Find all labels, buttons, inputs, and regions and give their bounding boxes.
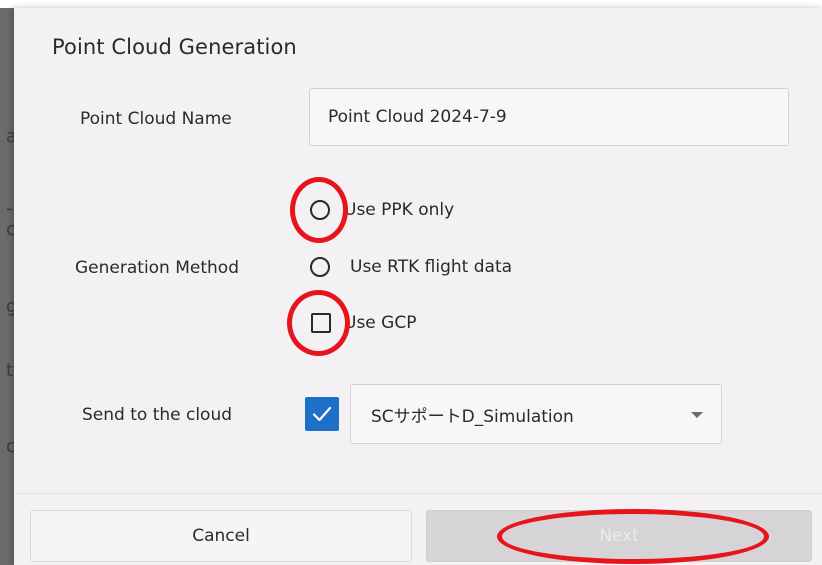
next-button[interactable]: Next xyxy=(426,510,812,562)
use-rtk-flight-data-label: Use RTK flight data xyxy=(350,257,513,277)
dialog-title: Point Cloud Generation xyxy=(52,35,297,59)
use-rtk-flight-data-option[interactable]: Use RTK flight data xyxy=(310,257,512,277)
use-gcp-option[interactable]: Use GCP xyxy=(311,313,416,333)
send-to-cloud-label: Send to the cloud xyxy=(82,405,233,425)
use-ppk-only-label: Use PPK only xyxy=(344,200,455,220)
cloud-project-selected-value: SCサポートD_Simulation xyxy=(371,406,574,427)
cancel-button[interactable]: Cancel xyxy=(30,510,412,562)
checkbox[interactable] xyxy=(311,313,331,333)
check-icon xyxy=(312,406,332,422)
use-ppk-only-option[interactable]: Use PPK only xyxy=(310,200,454,220)
radio-button[interactable] xyxy=(310,257,330,277)
radio-button[interactable] xyxy=(310,200,330,220)
footer-divider xyxy=(14,493,822,494)
use-gcp-label: Use GCP xyxy=(344,313,417,333)
point-cloud-name-label: Point Cloud Name xyxy=(80,109,232,129)
send-to-cloud-checkbox[interactable] xyxy=(305,397,339,431)
point-cloud-generation-dialog: Point Cloud Generation Point Cloud Name … xyxy=(14,8,822,565)
chevron-down-icon xyxy=(691,412,703,418)
point-cloud-name-input[interactable] xyxy=(309,88,789,146)
cloud-project-select[interactable]: SCサポートD_Simulation xyxy=(350,384,722,444)
generation-method-label: Generation Method xyxy=(75,258,239,278)
